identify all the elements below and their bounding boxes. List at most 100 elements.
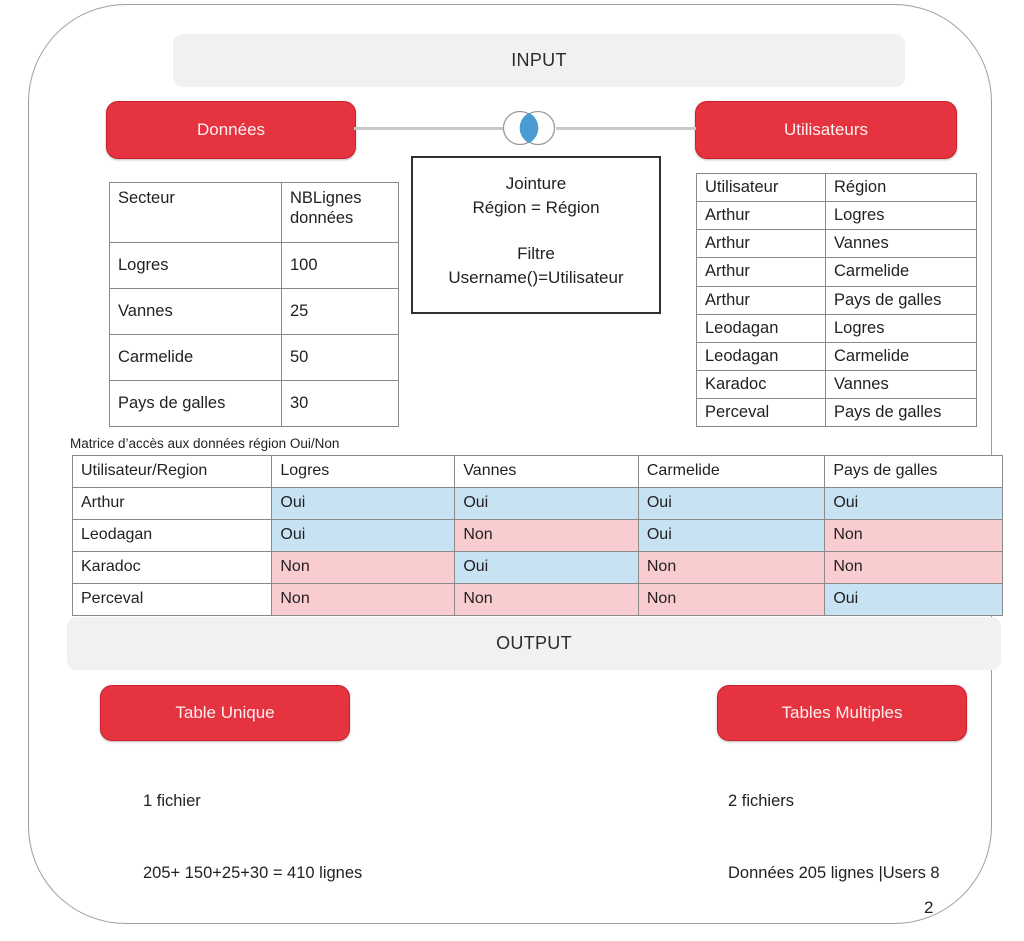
region-cell: Vannes xyxy=(825,369,977,400)
matrix-value-cell: Non xyxy=(271,583,456,616)
venn-join-icon xyxy=(499,109,559,147)
table-row: Arthur Pays de galles xyxy=(696,285,977,315)
table-row: Arthur Carmelide xyxy=(696,257,977,287)
region-cell: Logres xyxy=(825,201,977,231)
table-row: Perceval Pays de galles xyxy=(696,397,977,428)
input-section-label: INPUT xyxy=(511,50,567,70)
matrix-user-cell: Leodagan xyxy=(71,519,273,552)
donnees-button[interactable]: Données xyxy=(106,101,356,159)
matrix-user-cell: Perceval xyxy=(71,583,273,616)
table-unique-caption-line2: 205+ 150+25+30 = 410 lignes xyxy=(143,863,363,882)
page-number: 2 xyxy=(924,898,934,917)
slide-frame: INPUT Données Utilisateurs Secteur NBLig… xyxy=(28,4,1003,924)
table-row: Leodagan Logres xyxy=(696,313,977,343)
region-cell: Carmelide xyxy=(825,341,977,371)
nblignes-cell: 100 xyxy=(281,242,399,289)
secteur-table: Secteur NBLignes données Logres 100 Vann… xyxy=(109,182,399,427)
matrix-value-cell: Non xyxy=(637,551,826,584)
table-row: Secteur NBLignes données xyxy=(109,182,399,243)
table-row: Utilisateur/Region Logres Vannes Carmeli… xyxy=(71,455,1003,488)
matrix-user-cell: Karadoc xyxy=(71,551,273,584)
matrix-header-pays-de-galles: Pays de galles xyxy=(824,455,1003,488)
donnees-button-label: Données xyxy=(196,120,266,139)
utilisateur-cell: Arthur xyxy=(696,201,826,231)
nblignes-cell: 50 xyxy=(281,334,399,381)
matrix-user-cell: Arthur xyxy=(71,487,273,520)
table-row: Perceval Non Non Non Oui xyxy=(71,583,1003,616)
region-cell: Carmelide xyxy=(825,257,977,287)
nblignes-cell: 30 xyxy=(281,380,399,427)
secteur-header-cell: Secteur xyxy=(109,182,282,243)
output-section-bar: OUTPUT xyxy=(67,617,1001,670)
jointure-condition: Région = Région xyxy=(472,198,600,218)
table-row: Leodagan Oui Non Oui Non xyxy=(71,519,1003,552)
table-row: Pays de galles 30 xyxy=(109,380,399,427)
table-unique-caption-line1: 1 fichier xyxy=(143,791,201,810)
utilisateur-cell: Arthur xyxy=(696,229,826,259)
utilisateur-cell: Karadoc xyxy=(696,369,826,400)
secteur-cell: Vannes xyxy=(109,288,282,335)
matrix-caption: Matrice d’accès aux données région Oui/N… xyxy=(70,436,340,451)
nblignes-header-line1: NBLignes xyxy=(290,189,362,207)
table-row: Leodagan Carmelide xyxy=(696,341,977,371)
table-row: Karadoc Non Oui Non Non xyxy=(71,551,1003,584)
secteur-cell: Carmelide xyxy=(109,334,282,381)
matrix-value-cell: Oui xyxy=(454,551,639,584)
access-matrix-table: Utilisateur/Region Logres Vannes Carmeli… xyxy=(71,455,1003,616)
matrix-value-cell: Oui xyxy=(824,487,1003,520)
tables-multiples-button-label: Tables Multiples xyxy=(781,703,903,722)
matrix-value-cell: Oui xyxy=(454,487,639,520)
utilisateur-cell: Leodagan xyxy=(696,341,826,371)
utilisateurs-button[interactable]: Utilisateurs xyxy=(695,101,957,159)
output-section-label: OUTPUT xyxy=(496,633,572,653)
matrix-value-cell: Non xyxy=(271,551,456,584)
tables-multiples-caption: 2 fichiers Données 205 lignes |Users 8 xyxy=(728,742,940,933)
region-header-cell: Région xyxy=(825,172,977,203)
filtre-condition: Username()=Utilisateur xyxy=(448,268,624,288)
jointure-filtre-box: Jointure Région = Région Filtre Username… xyxy=(411,156,661,314)
table-row: Carmelide 50 xyxy=(109,334,399,381)
table-row: Arthur Logres xyxy=(696,201,977,231)
matrix-value-cell: Oui xyxy=(637,487,826,520)
region-cell: Pays de galles xyxy=(825,397,977,428)
table-unique-button-label: Table Unique xyxy=(175,703,275,722)
nblignes-header-line2: données xyxy=(290,209,354,228)
table-row: Vannes 25 xyxy=(109,288,399,335)
tables-multiples-button[interactable]: Tables Multiples xyxy=(717,685,967,741)
secteur-cell: Logres xyxy=(109,242,282,289)
secteur-cell: Pays de galles xyxy=(109,380,282,427)
region-cell: Logres xyxy=(825,313,977,343)
table-row: Arthur Oui Oui Oui Oui xyxy=(71,487,1003,520)
nblignes-header-cell: NBLignes données xyxy=(281,182,399,243)
matrix-header-vannes: Vannes xyxy=(454,455,639,488)
matrix-value-cell: Non xyxy=(454,519,639,552)
matrix-value-cell: Non xyxy=(824,551,1003,584)
connector-line-left xyxy=(354,127,504,130)
matrix-value-cell: Non xyxy=(454,583,639,616)
table-row: Utilisateur Région xyxy=(696,172,977,203)
filtre-title: Filtre xyxy=(517,244,555,264)
matrix-value-cell: Non xyxy=(824,519,1003,552)
nblignes-cell: 25 xyxy=(281,288,399,335)
region-cell: Pays de galles xyxy=(825,285,977,315)
table-row: Karadoc Vannes xyxy=(696,369,977,400)
input-section-bar: INPUT xyxy=(173,34,905,87)
matrix-value-cell: Oui xyxy=(271,487,456,520)
matrix-header-user-region: Utilisateur/Region xyxy=(71,455,273,488)
table-row: Arthur Vannes xyxy=(696,229,977,259)
matrix-value-cell: Oui xyxy=(271,519,456,552)
matrix-value-cell: Oui xyxy=(637,519,826,552)
region-cell: Vannes xyxy=(825,229,977,259)
utilisateurs-button-label: Utilisateurs xyxy=(783,120,869,139)
utilisateur-cell: Arthur xyxy=(696,257,826,287)
utilisateur-header-cell: Utilisateur xyxy=(696,172,826,203)
table-unique-button[interactable]: Table Unique xyxy=(100,685,350,741)
jointure-title: Jointure xyxy=(505,174,567,193)
utilisateur-cell: Leodagan xyxy=(696,313,826,343)
utilisateur-cell: Arthur xyxy=(696,285,826,315)
tables-multiples-caption-line1: 2 fichiers xyxy=(728,791,795,810)
table-unique-caption: 1 fichier 205+ 150+25+30 = 410 lignes xyxy=(143,742,362,933)
matrix-header-logres: Logres xyxy=(271,455,456,488)
utilisateurs-table: Utilisateur Région Arthur Logres Arthur … xyxy=(696,172,977,428)
table-row: Logres 100 xyxy=(109,242,399,289)
